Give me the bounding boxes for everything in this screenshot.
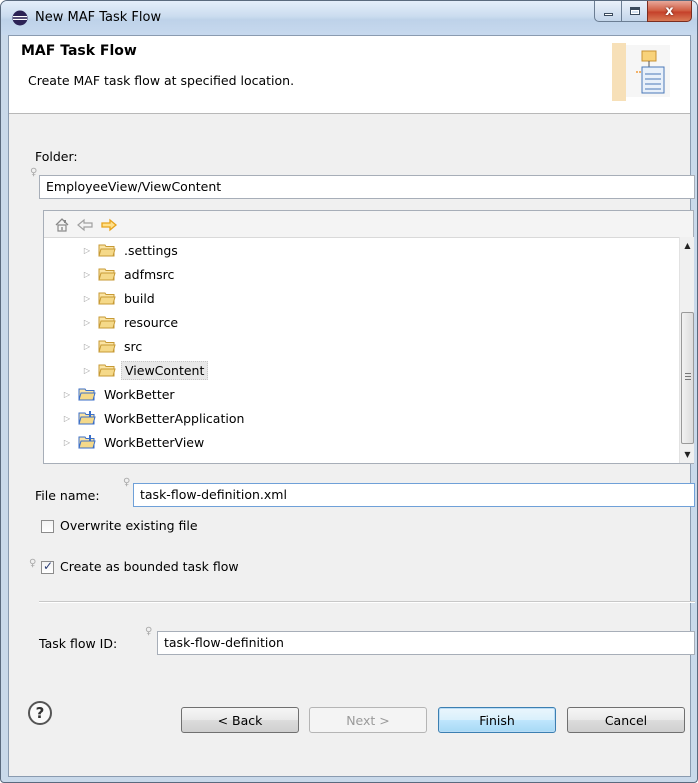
tree-item-label: src [124,338,143,354]
expand-arrow-icon[interactable]: ▷ [82,245,92,255]
overwrite-checkbox[interactable] [41,520,54,533]
back-arrow-icon[interactable] [76,217,94,233]
tree-item-label: build [124,290,155,306]
maximize-button[interactable] [621,1,648,22]
project-folder-icon [78,435,96,449]
bounded-task-flow-checkbox[interactable]: ✓ [41,559,54,574]
folder-icon [98,364,116,377]
tree-item-label: adfmsrc [124,266,175,282]
tree-item-label: ViewContent [121,360,209,380]
scrollbar-thumb[interactable] [681,312,694,444]
separator [39,601,695,603]
folder-icon [98,244,116,257]
finish-button[interactable]: Finish [438,707,556,733]
content-assist-icon: ♀ [30,167,38,178]
eclipse-icon [12,10,28,26]
expand-arrow-icon[interactable]: ▷ [82,269,92,279]
content-assist-icon: ♀ [29,558,37,569]
tree-item-adfmsrc[interactable]: ▷ adfmsrc [82,263,177,285]
next-button[interactable]: Next > [309,707,427,733]
tree-item-build[interactable]: ▷ build [82,287,158,309]
folder-icon [98,268,116,281]
scroll-down-icon[interactable]: ▼ [680,446,695,463]
expand-arrow-icon[interactable]: ▷ [62,389,72,399]
expand-arrow-icon[interactable]: ▷ [82,365,92,375]
folder-icon [98,316,116,329]
task-flow-id-input[interactable]: task-flow-definition [157,631,695,655]
home-icon[interactable] [54,217,70,233]
scroll-up-icon[interactable]: ▲ [680,237,695,254]
forward-arrow-icon[interactable] [100,217,118,233]
tree-item-workbetter[interactable]: ▷ WorkBetter [62,383,178,405]
folder-tree-panel: ▷ .settings ▷ adfmsrc ▷ build ▷ resource… [43,210,694,464]
help-button[interactable]: ? [28,701,52,725]
tree-item-settings[interactable]: ▷ .settings [82,239,181,261]
wizard-description: Create MAF task flow at specified locati… [28,73,295,88]
content-assist-icon: ♀ [123,477,131,488]
wizard-header: MAF Task Flow Create MAF task flow at sp… [9,36,690,114]
checkmark-icon: ✓ [43,559,54,573]
task-flow-wizard-icon [612,43,670,101]
folder-tree[interactable]: ▷ .settings ▷ adfmsrc ▷ build ▷ resource… [44,237,679,463]
tree-item-label: WorkBetterApplication [104,410,245,426]
cancel-button[interactable]: Cancel [567,707,685,733]
expand-arrow-icon[interactable]: ▷ [82,293,92,303]
project-folder-icon [78,411,96,425]
folder-label: Folder: [35,149,78,164]
back-button[interactable]: < Back [181,707,299,733]
expand-arrow-icon[interactable]: ▷ [82,317,92,327]
minimize-icon [603,12,613,16]
grip-icon [685,373,691,380]
minimize-button[interactable] [594,1,622,22]
bounded-task-flow-label[interactable]: Create as bounded task flow [60,559,239,574]
tree-item-label: WorkBetterView [104,434,205,450]
tree-item-viewcontent[interactable]: ▷ ViewContent [82,359,209,381]
window-title: New MAF Task Flow [35,10,162,25]
tree-item-src[interactable]: ▷ src [82,335,145,357]
tree-toolbar [54,216,118,234]
dialog-body: MAF Task Flow Create MAF task flow at sp… [8,35,695,777]
folder-icon [98,340,116,353]
file-name-input[interactable]: task-flow-definition.xml [133,483,695,507]
tree-item-workbetterview[interactable]: ▷ WorkBetterView [62,431,207,453]
content-assist-icon: ♀ [145,626,153,637]
maximize-icon [629,7,640,15]
expand-arrow-icon[interactable]: ▷ [62,437,72,447]
file-name-label: File name: [35,488,100,503]
tree-item-resource[interactable]: ▷ resource [82,311,181,333]
dialog-window: New MAF Task Flow x MAF Task Flow Create… [0,0,698,783]
close-icon: x [665,3,674,19]
expand-arrow-icon[interactable]: ▷ [62,413,72,423]
overwrite-label[interactable]: Overwrite existing file [60,518,198,533]
tree-item-workbetterapplication[interactable]: ▷ WorkBetterApplication [62,407,247,429]
title-bar[interactable]: New MAF Task Flow x [1,1,697,35]
tree-item-label: WorkBetter [104,386,175,402]
wizard-title: MAF Task Flow [21,43,137,59]
tree-item-label: .settings [124,242,178,258]
folder-input[interactable]: EmployeeView/ViewContent [39,175,695,199]
folder-icon [98,292,116,305]
close-button[interactable]: x [647,1,692,22]
expand-arrow-icon[interactable]: ▷ [82,341,92,351]
tree-item-label: resource [124,314,179,330]
tree-scrollbar[interactable]: ▲ ▼ [679,237,694,463]
project-folder-icon [78,388,96,401]
task-flow-id-label: Task flow ID: [39,636,118,651]
